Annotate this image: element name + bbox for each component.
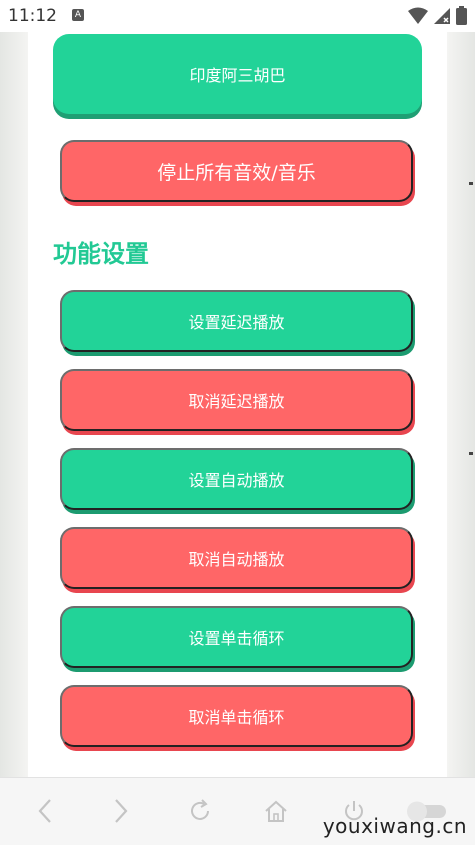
home-button[interactable] — [261, 796, 291, 826]
status-icons — [407, 5, 467, 27]
edge-mark — [469, 452, 473, 455]
section-title: 功能设置 — [53, 240, 149, 268]
set-auto-play-button[interactable]: 设置自动播放 — [60, 448, 413, 510]
sound-button-top[interactable]: 印度阿三胡巴 — [53, 34, 422, 114]
stop-all-sounds-button[interactable]: 停止所有音效/音乐 — [60, 140, 413, 202]
notification-icon: A — [72, 9, 84, 21]
set-delay-play-button[interactable]: 设置延迟播放 — [60, 290, 413, 352]
browser-toolbar: youxiwang.cn — [0, 777, 475, 845]
edge-mark — [469, 182, 473, 185]
signal-icon — [433, 7, 450, 24]
refresh-icon — [191, 799, 209, 820]
main-content: 印度阿三胡巴 停止所有音效/音乐 功能设置 设置延迟播放 取消延迟播放 设置自动… — [28, 32, 447, 777]
status-time: 11:12 — [8, 6, 57, 26]
set-click-loop-button[interactable]: 设置单击循环 — [60, 606, 413, 668]
cancel-delay-play-button[interactable]: 取消延迟播放 — [60, 369, 413, 431]
refresh-button[interactable] — [185, 796, 215, 826]
home-icon — [265, 800, 287, 822]
back-arrow-icon — [38, 799, 51, 823]
right-margin — [447, 32, 475, 777]
back-button[interactable] — [30, 796, 60, 826]
cancel-auto-play-button[interactable]: 取消自动播放 — [60, 527, 413, 589]
forward-button[interactable] — [106, 796, 136, 826]
watermark: youxiwang.cn — [322, 814, 467, 838]
forward-arrow-icon — [115, 799, 128, 823]
status-bar: 11:12 A — [0, 0, 475, 32]
cancel-click-loop-button[interactable]: 取消单击循环 — [60, 685, 413, 747]
wifi-icon — [407, 7, 428, 24]
left-margin — [0, 32, 28, 777]
battery-icon — [456, 6, 467, 25]
